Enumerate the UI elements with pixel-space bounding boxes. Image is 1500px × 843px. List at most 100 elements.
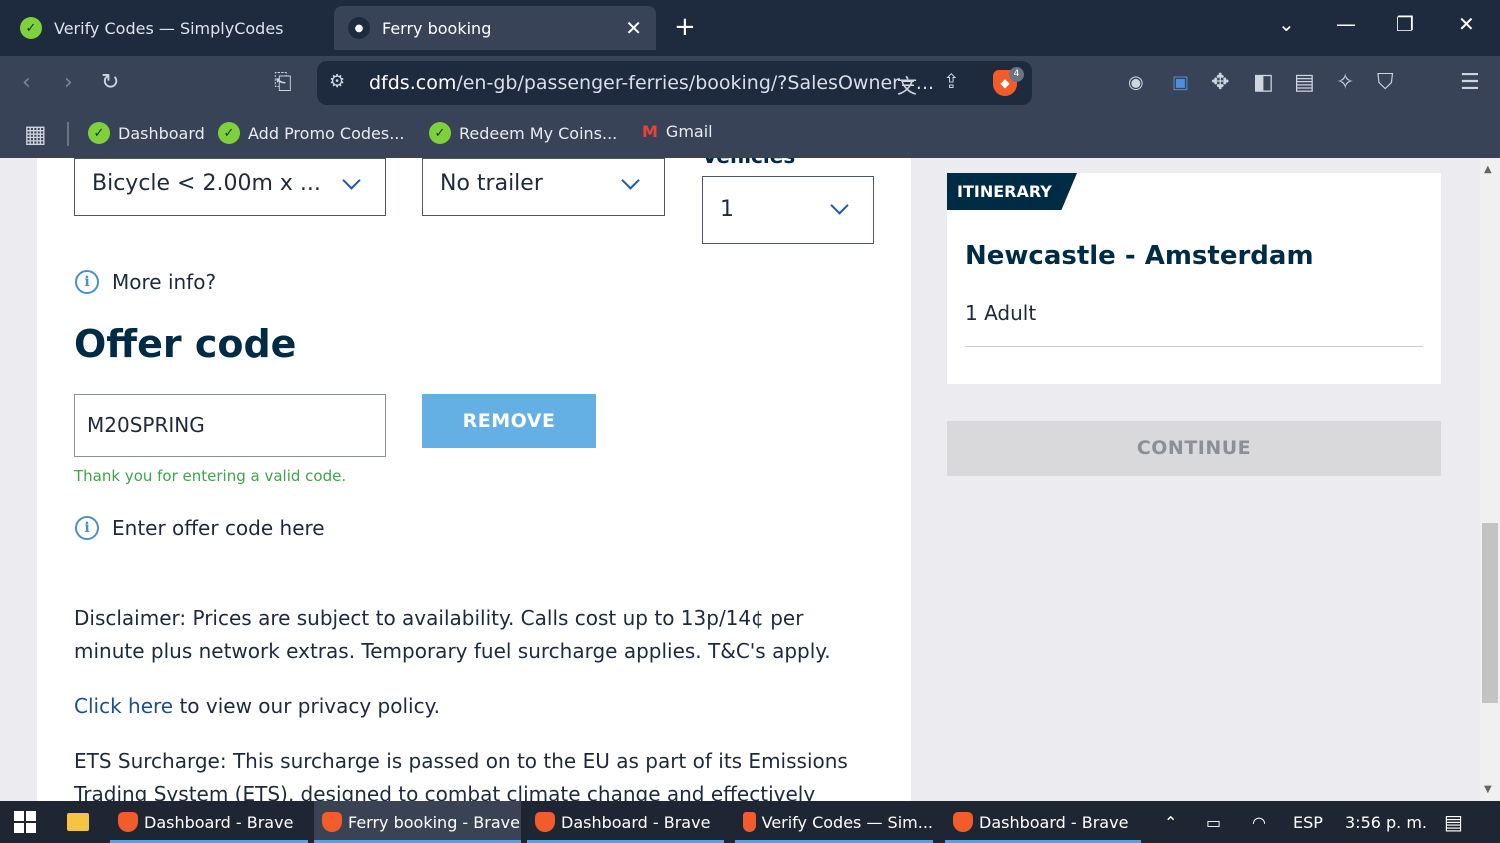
- tab-simplycodes[interactable]: ✓ Verify Codes — SimplyCodes: [8, 6, 328, 50]
- chevron-down-icon: [342, 171, 361, 190]
- translate-icon[interactable]: 文: [897, 70, 917, 99]
- bookmark-gmail[interactable]: M Gmail: [642, 122, 713, 141]
- privacy-text: Click here to view our privacy policy.: [74, 690, 874, 723]
- simplycodes-favicon-icon: ✓: [20, 17, 42, 39]
- tab-title: Verify Codes — SimplyCodes: [54, 18, 284, 38]
- bookmark-dashboard[interactable]: ✓ Dashboard: [88, 122, 205, 144]
- trailer-select[interactable]: No trailer: [422, 158, 665, 216]
- offer-code-hint: Enter offer code here: [112, 516, 325, 540]
- language-indicator[interactable]: ESP: [1293, 813, 1323, 832]
- gmail-icon: M: [642, 122, 658, 141]
- privacy-policy-link[interactable]: Click here: [74, 694, 173, 718]
- taskbar-label: Dashboard - Brave: [144, 812, 294, 832]
- windows-start-icon[interactable]: [14, 811, 36, 833]
- windows-taskbar: Dashboard - Brave Ferry booking - Brave …: [0, 801, 1500, 843]
- scroll-up-icon[interactable]: ▲: [1484, 164, 1492, 175]
- scrollbar-track[interactable]: [1480, 158, 1500, 801]
- show-hidden-icons-icon[interactable]: ⌃: [1164, 813, 1177, 832]
- itinerary-divider: [965, 346, 1423, 347]
- vehicle-count-select[interactable]: 1: [702, 176, 874, 244]
- back-icon[interactable]: ‹: [22, 70, 31, 96]
- taskbar-label: Dashboard - Brave: [561, 812, 711, 832]
- bookmark-add-promo-codes[interactable]: ✓ Add Promo Codes...: [218, 122, 404, 144]
- bookmark-label: Gmail: [665, 122, 713, 141]
- continue-button[interactable]: CONTINUE: [947, 421, 1441, 476]
- sidebar-icon[interactable]: ◧: [1253, 70, 1274, 96]
- tab-search-chevron-icon[interactable]: ⌄: [1278, 12, 1295, 36]
- bookmark-label: Add Promo Codes...: [248, 123, 405, 143]
- brave-icon: [743, 812, 756, 832]
- site-settings-icon[interactable]: ⚙: [329, 71, 345, 92]
- wifi-icon[interactable]: ◠: [1252, 813, 1266, 832]
- taskbar-label: Ferry booking - Brave: [348, 812, 520, 832]
- tab-ferry-booking[interactable]: ● Ferry booking ✕: [334, 6, 656, 50]
- share-icon[interactable]: ⇪: [943, 69, 960, 93]
- taskbar-item-dashboard-2[interactable]: Dashboard - Brave: [527, 801, 724, 843]
- info-icon: i: [75, 270, 99, 294]
- leo-ai-icon[interactable]: ◉: [1128, 70, 1144, 96]
- url-host: dfds.com: [369, 72, 457, 94]
- select-value: No trailer: [440, 171, 543, 196]
- sparkle-icon[interactable]: ✧: [1336, 70, 1354, 96]
- chevron-down-icon: [830, 196, 849, 215]
- vehicle-type-select[interactable]: Bicycle < 2.00m x ...: [74, 158, 386, 216]
- brave-icon: [322, 812, 342, 832]
- menu-icon[interactable]: ☰: [1460, 70, 1480, 96]
- taskbar-item-dashboard-3[interactable]: Dashboard - Brave: [945, 801, 1141, 843]
- brave-icon: [118, 812, 138, 832]
- info-icon: i: [75, 516, 99, 540]
- taskbar-item-verify-codes[interactable]: Verify Codes — Sim...: [735, 801, 933, 843]
- battery-icon[interactable]: ▭: [1206, 813, 1221, 832]
- file-explorer-icon[interactable]: [67, 813, 89, 831]
- chevron-down-icon: [621, 171, 640, 190]
- reload-icon[interactable]: ↻: [101, 70, 119, 96]
- vpn-shield-icon[interactable]: ⛉: [1377, 70, 1394, 96]
- simplycodes-icon: ✓: [88, 122, 110, 144]
- privacy-rest: to view our privacy policy.: [173, 694, 440, 718]
- close-tab-icon[interactable]: ✕: [625, 16, 642, 40]
- bookmarks-bar: ▦ ✓ Dashboard ✓ Add Promo Codes... ✓ Red…: [0, 112, 1500, 158]
- offer-code-input[interactable]: M20SPRING: [74, 394, 386, 457]
- brave-icon: [535, 812, 555, 832]
- scrollbar-thumb[interactable]: [1482, 523, 1498, 703]
- restore-icon[interactable]: ❐: [1396, 12, 1414, 36]
- bookmark-redeem-coins[interactable]: ✓ Redeem My Coins...: [429, 122, 617, 144]
- offer-code-hint-link[interactable]: i Enter offer code here: [75, 516, 325, 540]
- bookmarks-divider: [67, 122, 69, 146]
- booking-form-card: Vehicles Bicycle < 2.00m x ... No traile…: [37, 158, 911, 801]
- select-value: Bicycle < 2.00m x ...: [92, 171, 321, 196]
- taskbar-item-ferry-booking[interactable]: Ferry booking - Brave: [314, 801, 521, 843]
- notifications-icon[interactable]: ▤: [1444, 810, 1463, 834]
- more-info-link[interactable]: i More info?: [75, 270, 216, 294]
- bookmark-label: Redeem My Coins...: [459, 123, 618, 143]
- close-window-icon[interactable]: ✕: [1458, 12, 1475, 36]
- simplycodes-icon: ✓: [218, 122, 240, 144]
- passenger-count: 1 Adult: [965, 301, 1037, 325]
- bookmark-icon[interactable]: ⎗: [274, 70, 292, 96]
- extensions-puzzle-icon[interactable]: ✥: [1211, 70, 1229, 96]
- disclaimer-text: Disclaimer: Prices are subject to availa…: [74, 606, 831, 663]
- shields-count: 4: [1009, 67, 1024, 82]
- scroll-down-icon[interactable]: ▼: [1484, 784, 1492, 795]
- translate-extension-icon[interactable]: ▣: [1172, 70, 1189, 96]
- address-bar[interactable]: ⚙ dfds.com/en-gb/passenger-ferries/booki…: [317, 61, 1032, 105]
- itinerary-card: ITINERARY Newcastle - Amsterdam 1 Adult: [947, 173, 1441, 384]
- simplycodes-icon: ✓: [429, 122, 451, 144]
- vehicles-label: Vehicles: [702, 158, 795, 168]
- page-viewport: Vehicles Bicycle < 2.00m x ... No traile…: [0, 158, 1500, 801]
- ets-surcharge-text: ETS Surcharge: This surcharge is passed …: [74, 749, 848, 801]
- select-value: 1: [720, 197, 734, 222]
- taskbar-item-dashboard-1[interactable]: Dashboard - Brave: [110, 801, 308, 843]
- dfds-favicon-icon: ●: [348, 17, 370, 39]
- wallet-icon[interactable]: ▤: [1294, 70, 1315, 96]
- minimize-icon[interactable]: —: [1336, 12, 1356, 36]
- remove-code-button[interactable]: REMOVE: [422, 394, 596, 448]
- forward-icon[interactable]: ›: [64, 70, 73, 96]
- new-tab-icon[interactable]: +: [674, 12, 696, 42]
- more-info-label: More info?: [112, 270, 217, 294]
- bookmark-label: Dashboard: [118, 123, 205, 143]
- apps-grid-icon[interactable]: ▦: [24, 120, 47, 148]
- taskbar-label: Verify Codes — Sim...: [761, 812, 933, 832]
- clock[interactable]: 3:56 p. m.: [1345, 813, 1427, 832]
- offer-code-heading: Offer code: [74, 322, 297, 366]
